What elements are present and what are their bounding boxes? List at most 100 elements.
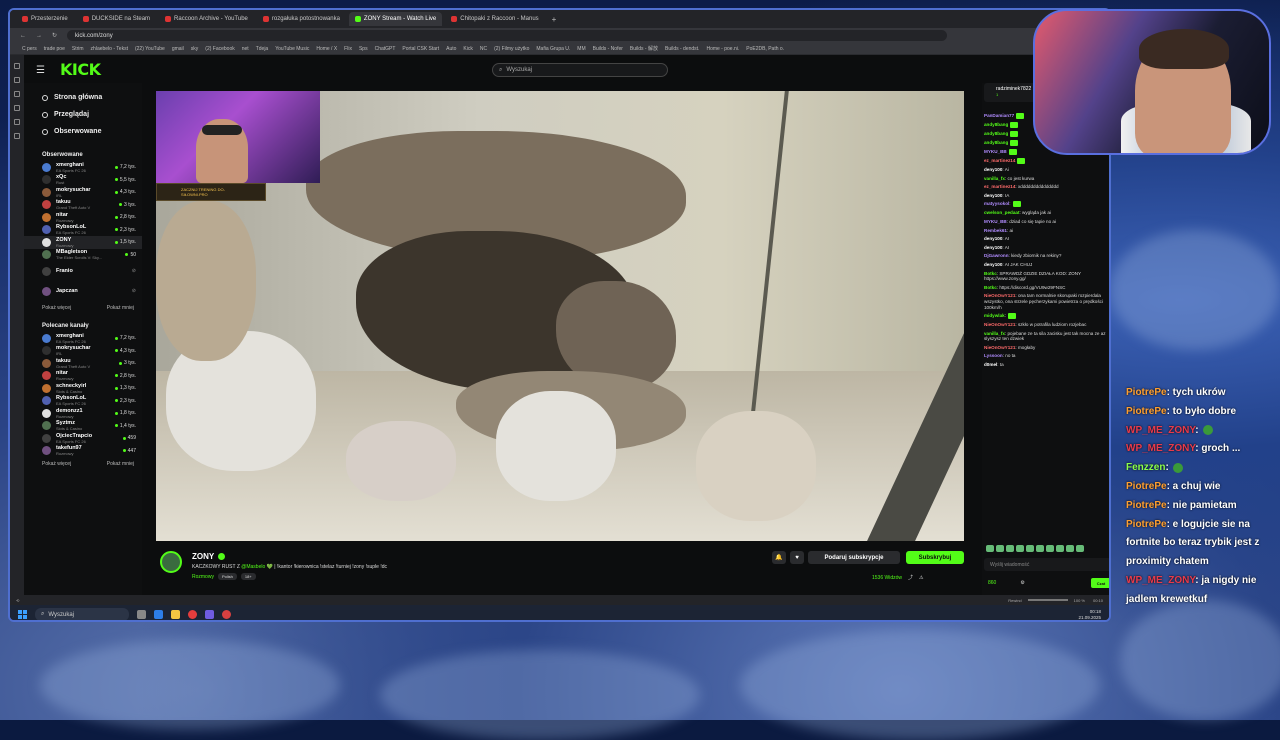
gear-icon[interactable]: ⚙ [1020,580,1024,586]
emote-icon[interactable] [1046,545,1054,552]
emote-icon[interactable] [1026,545,1034,552]
channel-item[interactable]: Franio ⊘ [24,261,142,281]
rail-icon[interactable] [14,63,20,69]
channel-item[interactable]: mokrysuchar IRL 4,3 tys. [24,345,142,358]
chat-username[interactable]: midywlak [984,313,1005,318]
bookmark-item[interactable]: NC [480,46,487,52]
bookmark-item[interactable]: (2) Filmy użytko [494,46,529,52]
chat-username[interactable]: Rembek61 [984,228,1007,233]
nav-browse[interactable]: Przeglądaj [24,106,142,123]
bookmark-item[interactable]: MM [577,46,585,52]
chat-username[interactable]: vanilla_fx [984,176,1005,181]
url-field[interactable]: kick.com/zony [67,30,948,41]
stream-category[interactable]: Rozmowy [192,574,214,580]
chat-username[interactable]: DjGawronn [984,253,1009,258]
bookmark-item[interactable]: Portal CSK Start [402,46,439,52]
channel-item[interactable]: takefun97 Rozmowy 447 [24,445,142,458]
emote-icon[interactable] [1006,545,1014,552]
report-icon[interactable]: ⚠ [919,575,923,581]
notification-bell-icon[interactable]: 🔔 [772,551,786,564]
emote-icon[interactable] [1056,545,1064,552]
bookmark-item[interactable]: zhlaebelo - Tekst [91,46,128,52]
bookmark-item[interactable]: Home / X [316,46,337,52]
gift-sub-button[interactable]: Podaruj subskrypcje [808,551,900,564]
stream-title-mention[interactable]: @Masbelo [241,564,265,570]
channel-item[interactable]: xmerghani EA Sports FC 26 7,2 tys. [24,161,142,174]
bookmark-item[interactable]: (22) YouTube [135,46,165,52]
task-view-icon[interactable] [137,610,146,619]
bookmark-item[interactable]: Mafia Grupa U. [536,46,570,52]
chat-username[interactable]: andy8bang [984,131,1008,136]
rail-icon[interactable] [14,119,20,125]
bookmark-item[interactable]: (2) Facebook [205,46,234,52]
stream-tag[interactable]: 18+ [240,573,256,580]
forward-icon[interactable]: → [36,33,42,39]
chat-username[interactable]: cwelson_pedaat [984,210,1020,215]
bookmark-item[interactable]: YouTube Music [275,46,309,52]
channel-item[interactable]: takuu Grand Theft Auto V 3 tys. [24,357,142,370]
nav-following[interactable]: Obserwowane [24,123,142,140]
bookmark-item[interactable]: Tdeja [256,46,269,52]
chat-username[interactable]: NieOnOwY121 [984,293,1015,298]
new-tab-icon[interactable]: + [552,15,557,24]
channel-item[interactable]: ZONY Rozmowy 1,5 tys. [24,236,142,249]
show-more-link[interactable]: Pokaż więcej [42,305,71,311]
taskbar-search[interactable]: ⌕ Wyszukaj [35,608,129,620]
channel-item[interactable]: schneckyirl Slots & Casino 1,3 tys. [24,382,142,395]
bookmark-item[interactable]: C pers [22,46,37,52]
bookmark-item[interactable]: Auto [446,46,456,52]
bookmark-item[interactable]: net [242,46,249,52]
rail-icon[interactable] [14,105,20,111]
bookmark-item[interactable]: Sps [359,46,368,52]
channel-item[interactable]: demonzz1 Rozmowy 1,8 tys. [24,407,142,420]
opera-icon[interactable] [188,610,197,619]
bookmark-item[interactable]: trade poe [44,46,65,52]
chat-username[interactable]: ez_martinez14 [984,184,1015,189]
bookmark-item[interactable]: ChatGPT [375,46,396,52]
chat-username[interactable]: matyysokol [984,202,1009,207]
channel-item[interactable]: nitar Rozmowy 2,8 tys. [24,370,142,383]
browser-tab[interactable]: rozgałuka potostnowanka [257,12,346,26]
reload-icon[interactable]: ↻ [52,32,57,39]
bookmark-item[interactable]: PoE2DB, Path o. [746,46,784,52]
channel-item[interactable]: MBagletson The Elder Scrolls V: Sky... 50 [24,249,142,262]
show-more-link[interactable]: Pokaż więcej [42,461,71,467]
bookmark-item[interactable]: gmail [172,46,184,52]
channel-item[interactable]: OjciecTrapcio EA Sports FC 26 459 [24,432,142,445]
replay-icon[interactable]: ⟲ [16,598,19,603]
channel-item[interactable]: xQc Rust 5,5 tys. [24,174,142,187]
bookmark-item[interactable]: Kick [463,46,472,52]
bookmark-item[interactable]: Strim [72,46,84,52]
chat-username[interactable]: deny100 [984,167,1002,172]
chrome-icon[interactable] [222,610,231,619]
back-icon[interactable]: ← [20,33,26,39]
channel-item[interactable]: mokrysuchar IRL 4,3 tys. [24,186,142,199]
menu-icon[interactable]: ☰ [36,65,45,76]
volume-slider[interactable] [1027,599,1068,601]
chat-username[interactable]: deny100 [984,262,1002,267]
channel-item[interactable]: xmerghani EA Sports FC 26 7,2 tys. [24,332,142,345]
chat-username[interactable]: PanDamian77 [984,113,1014,118]
channel-points[interactable]: 860 [988,580,996,586]
chat-username[interactable]: NieOnOwY121 [984,345,1015,350]
folder-icon[interactable] [171,610,180,619]
bookmark-item[interactable]: Flix [344,46,352,52]
browser-tab[interactable]: Raccoon Archive - YouTube [159,12,254,26]
emote-icon[interactable] [1066,545,1074,552]
chat-username[interactable]: MYKU_BB [984,149,1007,154]
chat-username[interactable]: deny100 [984,193,1002,198]
chat-username[interactable]: andy8bang [984,140,1008,145]
browser-tab[interactable]: ZONY Stream - Watch Live [348,12,443,26]
chat-send-button[interactable]: Czat [1091,578,1109,588]
video-player[interactable]: ZACZNIJ TRENING DO-SIŁOWNI.PRO [156,91,964,541]
chat-username[interactable]: Lyssoon [984,353,1003,358]
chat-username[interactable]: vanilla_fx [984,331,1005,336]
heart-icon[interactable]: ♥ [790,551,804,564]
chat-username[interactable]: deny100 [984,245,1002,250]
channel-item[interactable]: Japczan ⊘ [24,281,142,301]
bookmark-item[interactable]: Builds - 解放 [630,45,658,52]
emote-icon[interactable] [1016,545,1024,552]
share-icon[interactable]: ⤴ [908,574,913,581]
stream-tag[interactable]: Polish [217,573,237,580]
emote-icon[interactable] [986,545,994,552]
